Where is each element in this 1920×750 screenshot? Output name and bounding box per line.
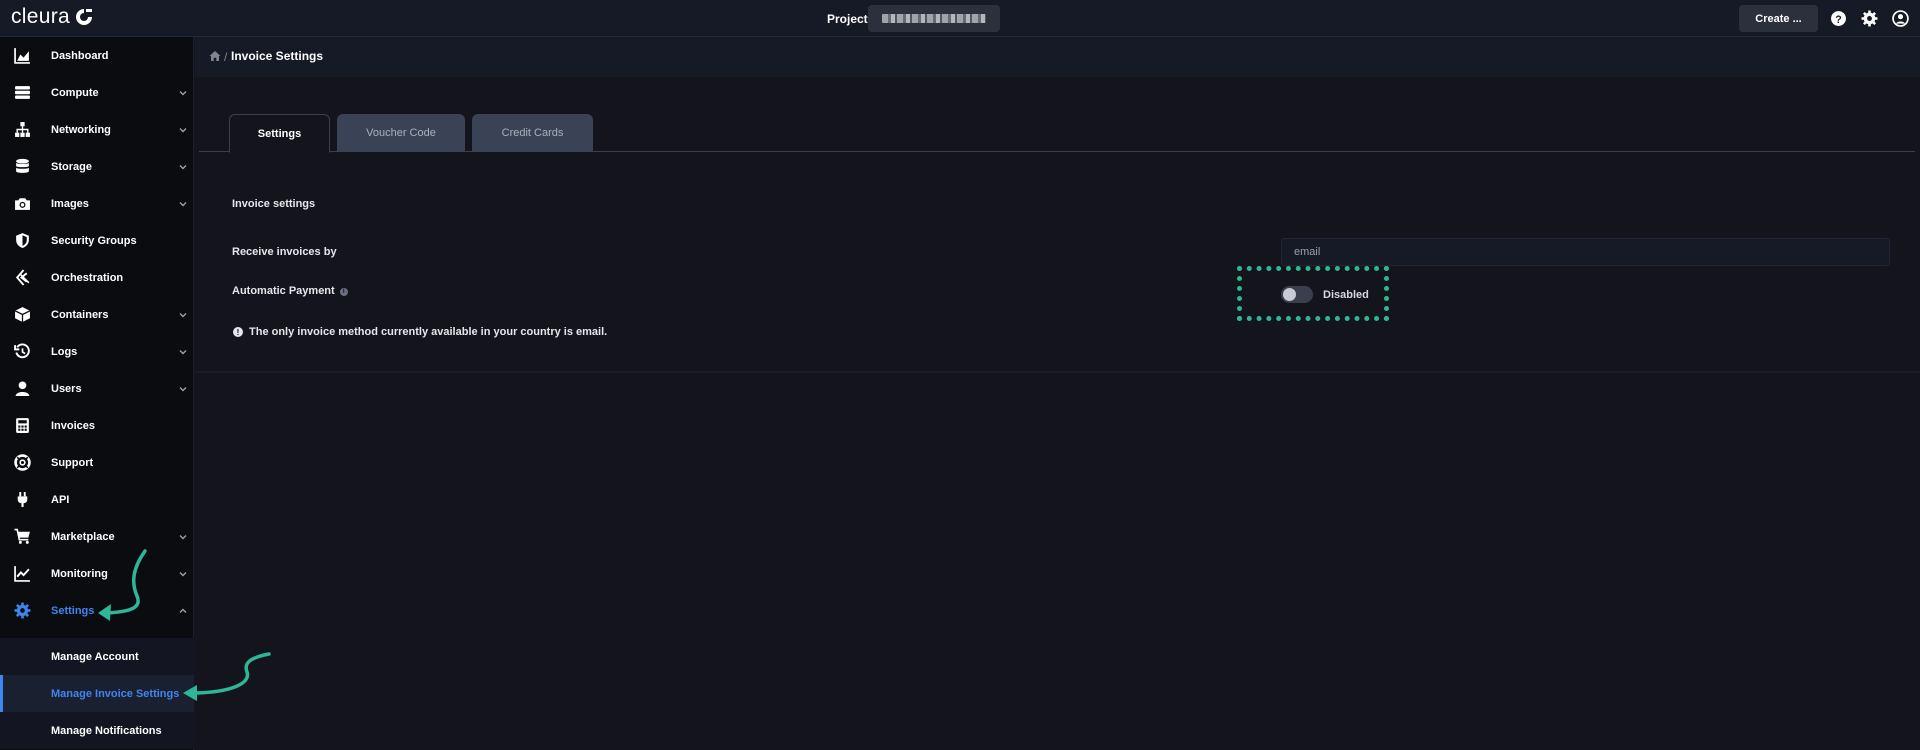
- sidebar-item-orchestration[interactable]: Orchestration: [0, 259, 194, 296]
- cart-icon: [14, 528, 30, 544]
- orchestration-icon: [15, 269, 30, 286]
- sidebar-item-compute[interactable]: Compute: [0, 74, 194, 111]
- plug-icon: [17, 492, 28, 507]
- sidebar-item-label: API: [51, 493, 70, 506]
- sidebar-item-api[interactable]: API: [0, 481, 194, 518]
- chevron-down-icon: [179, 571, 187, 576]
- sidebar-item-label: Logs: [51, 345, 78, 358]
- project-label: Project: [827, 12, 868, 26]
- active-marker: [0, 675, 3, 712]
- chevron-down-icon: [179, 349, 187, 354]
- brand-name: cleura: [11, 5, 70, 28]
- panel-divider: [195, 371, 1920, 373]
- sidebar-item-label: Settings: [51, 604, 95, 617]
- toggle-knob: [1283, 288, 1296, 301]
- sidebar-item-label: Security Groups: [51, 234, 137, 247]
- chevron-down-icon: [179, 386, 187, 391]
- sidebar-item-dashboard[interactable]: Dashboard: [0, 37, 194, 74]
- sidebar-item-images[interactable]: Images: [0, 185, 194, 222]
- sidebar: Dashboard Compute Networking Storage Ima…: [0, 37, 194, 750]
- sidebar-item-label: Compute: [51, 86, 99, 99]
- chevron-up-icon: [179, 608, 187, 613]
- sidebar-item-label: Orchestration: [51, 271, 124, 284]
- tab-voucher-code[interactable]: Voucher Code: [337, 114, 465, 152]
- brand-mark-icon: [76, 9, 92, 25]
- sidebar-item-support[interactable]: Support: [0, 444, 194, 481]
- exclamation-icon: !: [233, 327, 243, 337]
- line-chart-icon: [14, 566, 30, 582]
- history-icon: [14, 343, 30, 359]
- sidebar-item-label: Support: [51, 456, 94, 469]
- sidebar-subitem-manage-account[interactable]: Manage Account: [0, 638, 194, 675]
- sidebar-item-label: Invoices: [51, 419, 96, 432]
- annotation-arrow-invoice-settings: [183, 652, 271, 701]
- home-icon[interactable]: [209, 50, 221, 62]
- sidebar-subitem-label: Manage Notifications: [51, 724, 162, 737]
- sidebar-item-security-groups[interactable]: Security Groups: [0, 222, 194, 259]
- account-icon[interactable]: [1892, 10, 1909, 27]
- calculator-icon: [16, 418, 29, 433]
- annotation-arrow-settings: [98, 549, 147, 621]
- server-icon: [15, 86, 30, 99]
- sidebar-subitem-label: Manage Account: [51, 650, 139, 663]
- sidebar-item-label: Users: [51, 382, 82, 395]
- user-icon: [15, 381, 30, 396]
- shield-icon: [16, 233, 29, 248]
- sidebar-item-networking[interactable]: Networking: [0, 111, 194, 148]
- sidebar-item-label: Dashboard: [51, 49, 109, 62]
- brand-logo[interactable]: cleura: [11, 5, 94, 29]
- sidebar-item-label: Storage: [51, 160, 92, 173]
- receive-invoices-label: Receive invoices by: [232, 246, 337, 258]
- svg-text:?: ?: [1835, 14, 1841, 26]
- breadcrumb-separator: /: [224, 50, 228, 64]
- create-button[interactable]: Create ...: [1739, 5, 1818, 32]
- chevron-down-icon: [179, 127, 187, 132]
- sidebar-subitem-manage-notifications[interactable]: Manage Notifications: [0, 712, 194, 749]
- network-icon: [15, 122, 30, 137]
- redacted-project-name: [882, 14, 986, 23]
- help-icon[interactable]: ?: [1830, 10, 1847, 27]
- project-selector[interactable]: [868, 5, 1000, 32]
- automatic-payment-state: Disabled: [1323, 289, 1369, 301]
- chevron-down-icon: [179, 312, 187, 317]
- automatic-payment-label: Automatic Payment i: [232, 285, 348, 297]
- automatic-payment-toggle[interactable]: [1281, 286, 1313, 303]
- sidebar-subitem-label: Manage Invoice Settings: [51, 687, 180, 700]
- sidebar-item-label: Networking: [51, 123, 111, 136]
- automatic-payment-text: Automatic Payment: [232, 285, 335, 297]
- chevron-down-icon: [179, 534, 187, 539]
- sidebar-item-logs[interactable]: Logs: [0, 333, 194, 370]
- sidebar-item-label: Images: [51, 197, 89, 210]
- chart-area-icon: [14, 48, 30, 64]
- chevron-down-icon: [179, 201, 187, 206]
- sidebar-item-label: Marketplace: [51, 530, 115, 543]
- notice-text: The only invoice method currently availa…: [249, 326, 608, 338]
- sidebar-item-invoices[interactable]: Invoices: [0, 407, 194, 444]
- invoice-method-notice: ! The only invoice method currently avai…: [233, 326, 607, 338]
- breadcrumb: / Invoice Settings: [195, 37, 1920, 77]
- sidebar-item-users[interactable]: Users: [0, 370, 194, 407]
- info-icon[interactable]: i: [339, 288, 348, 296]
- cube-icon: [14, 307, 31, 322]
- tab-settings[interactable]: Settings: [229, 114, 330, 153]
- camera-icon: [15, 198, 30, 210]
- gear-icon: [14, 602, 31, 619]
- receive-invoices-field[interactable]: [1281, 238, 1890, 266]
- sidebar-subitem-manage-invoice-settings[interactable]: Manage Invoice Settings: [0, 675, 194, 712]
- chevron-down-icon: [179, 90, 187, 95]
- section-title: Invoice settings: [232, 198, 316, 210]
- sidebar-item-containers[interactable]: Containers: [0, 296, 194, 333]
- tab-credit-cards[interactable]: Credit Cards: [472, 114, 593, 152]
- page-title: Invoice Settings: [231, 49, 324, 63]
- lifebuoy-icon: [14, 454, 31, 471]
- gear-icon[interactable]: [1861, 10, 1878, 27]
- chevron-down-icon: [179, 164, 187, 169]
- sidebar-item-label: Containers: [51, 308, 109, 321]
- sidebar-item-storage[interactable]: Storage: [0, 148, 194, 185]
- top-bar: cleura Project Create ... ?: [0, 0, 1920, 37]
- database-icon: [16, 158, 29, 173]
